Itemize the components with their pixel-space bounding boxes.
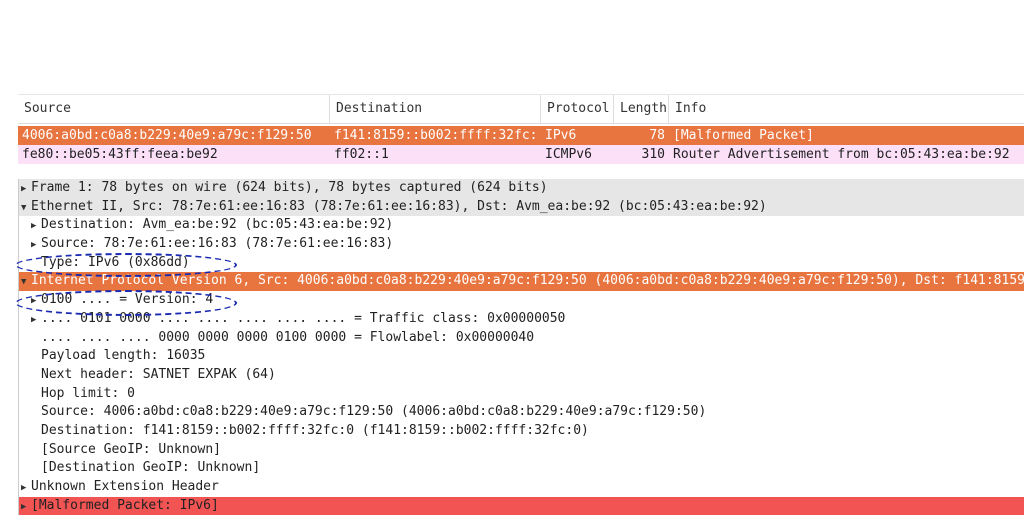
tree-item[interactable]: ▶ Source: 78:7e:61:ee:16:83 (78:7e:61:ee:… <box>19 235 1024 254</box>
packet-protocol: IPv6 <box>545 128 577 143</box>
tree-item[interactable]: Destination: f141:8159::b002:ffff:32fc:0… <box>19 422 1024 441</box>
tree-item[interactable]: Hop limit: 0 <box>19 385 1024 404</box>
tree-item[interactable]: Next header: SATNET EXPAK (64) <box>19 366 1024 385</box>
packet-length: 310 <box>641 147 665 162</box>
tree-item-label: [Source GeoIP: Unknown] <box>41 441 222 457</box>
tree-item[interactable]: ▶ Destination: Avm_ea:be:92 (bc:05:43:ea:… <box>19 216 1024 235</box>
collapsed-arrow-icon[interactable]: ▶ <box>31 311 41 329</box>
column-info[interactable]: Info <box>669 95 1024 123</box>
column-length[interactable]: Length <box>614 95 669 123</box>
collapsed-arrow-icon[interactable]: ▶ <box>21 479 31 497</box>
tree-item[interactable]: [Source GeoIP: Unknown] <box>19 441 1024 460</box>
packet-list: Source Destination Protocol Length Info … <box>18 94 1024 164</box>
expanded-arrow-icon[interactable]: ▼ <box>21 199 31 217</box>
tree-item-label: Ethernet II, Src: 78:7e:61:ee:16:83 (78:… <box>31 198 767 214</box>
tree-item[interactable]: [Destination GeoIP: Unknown] <box>19 459 1024 478</box>
packet-details-tree: ▶ Frame 1: 78 bytes on wire (624 bits), 7… <box>18 179 1024 516</box>
collapsed-arrow-icon[interactable]: ▶ <box>31 236 41 254</box>
packet-info: [Malformed Packet] <box>673 128 814 143</box>
tree-item-label: .... .... .... 0000 0000 0000 0100 0000 … <box>41 329 535 345</box>
column-protocol[interactable]: Protocol <box>541 95 614 123</box>
tree-item[interactable]: ▶ 0100 .... = Version: 4 <box>19 291 1024 310</box>
packet-info: Router Advertisement from bc:05:43:ea:be… <box>673 147 1010 162</box>
packet-length: 78 <box>649 128 665 143</box>
collapsed-arrow-icon[interactable]: ▶ <box>31 217 41 235</box>
tree-item[interactable]: ▶ [Malformed Packet: IPv6] <box>19 496 1024 516</box>
packet-source: fe80::be05:43ff:feea:be92 <box>22 147 218 162</box>
collapsed-arrow-icon[interactable]: ▶ <box>31 292 41 310</box>
packet-destination: ff02::1 <box>334 147 389 162</box>
tree-item[interactable]: ▼ Internet Protocol Version 6, Src: 4006:… <box>19 272 1024 292</box>
tree-item-label: Next header: SATNET EXPAK (64) <box>41 366 276 382</box>
packet-list-header: Source Destination Protocol Length Info <box>18 94 1024 124</box>
tree-item[interactable]: ▼ Ethernet II, Src: 78:7e:61:ee:16:83 (78… <box>19 197 1024 217</box>
tree-item-label: Source: 78:7e:61:ee:16:83 (78:7e:61:ee:1… <box>41 236 394 252</box>
tree-item[interactable]: ▶.... 0101 0000 .... .... .... .... ....… <box>19 310 1024 329</box>
tree-item[interactable]: ▶ Unknown Extension Header <box>19 478 1024 497</box>
tree-item-label: Type: IPv6 (0x86dd) <box>41 254 190 270</box>
column-destination[interactable]: Destination <box>330 95 541 123</box>
tree-item-label: .... 0101 0000 .... .... .... .... .... … <box>41 310 566 326</box>
tree-item[interactable]: .... .... .... 0000 0000 0000 0100 0000 … <box>19 329 1024 348</box>
tree-item-label: Internet Protocol Version 6, Src: 4006:a… <box>31 273 1024 289</box>
tree-item[interactable]: Payload length: 16035 <box>19 347 1024 366</box>
packet-destination: f141:8159::b002:ffff:32fc: <box>334 128 538 143</box>
tree-item[interactable]: ▶ Frame 1: 78 bytes on wire (624 bits), 7… <box>19 179 1024 198</box>
packet-row[interactable]: fe80::be05:43ff:feea:be92 ff02::1 ICMPv6… <box>18 145 1024 164</box>
tree-item[interactable]: Source: 4006:a0bd:c0a8:b229:40e9:a79c:f1… <box>19 403 1024 422</box>
tree-item-label: Frame 1: 78 bytes on wire (624 bits), 78… <box>31 180 548 195</box>
packet-row[interactable]: 4006:a0bd:c0a8:b229:40e9:a79c:f129:50 f1… <box>18 126 1024 145</box>
packet-protocol: ICMPv6 <box>545 147 592 162</box>
tree-item[interactable]: Type: IPv6 (0x86dd) <box>19 254 1024 273</box>
collapsed-arrow-icon[interactable]: ▶ <box>21 180 31 198</box>
tree-item-label: Payload length: 16035 <box>41 348 206 364</box>
tree-item-label: Destination: Avm_ea:be:92 (bc:05:43:ea:b… <box>41 217 394 233</box>
tree-item-label: [Destination GeoIP: Unknown] <box>41 460 261 476</box>
tree-item-label: 0100 .... = Version: 4 <box>41 292 214 308</box>
tree-item-label: Source: 4006:a0bd:c0a8:b229:40e9:a79c:f1… <box>41 404 707 420</box>
tree-item-label: [Malformed Packet: IPv6] <box>31 497 219 513</box>
packet-source: 4006:a0bd:c0a8:b229:40e9:a79c:f129:50 <box>22 128 312 143</box>
collapsed-arrow-icon[interactable]: ▶ <box>21 498 31 516</box>
expanded-arrow-icon[interactable]: ▼ <box>21 273 31 291</box>
tree-item-label: Unknown Extension Header <box>31 479 219 494</box>
column-source[interactable]: Source <box>18 95 330 123</box>
tree-item-label: Destination: f141:8159::b002:ffff:32fc:0… <box>41 422 589 438</box>
tree-item-label: Hop limit: 0 <box>41 385 135 401</box>
